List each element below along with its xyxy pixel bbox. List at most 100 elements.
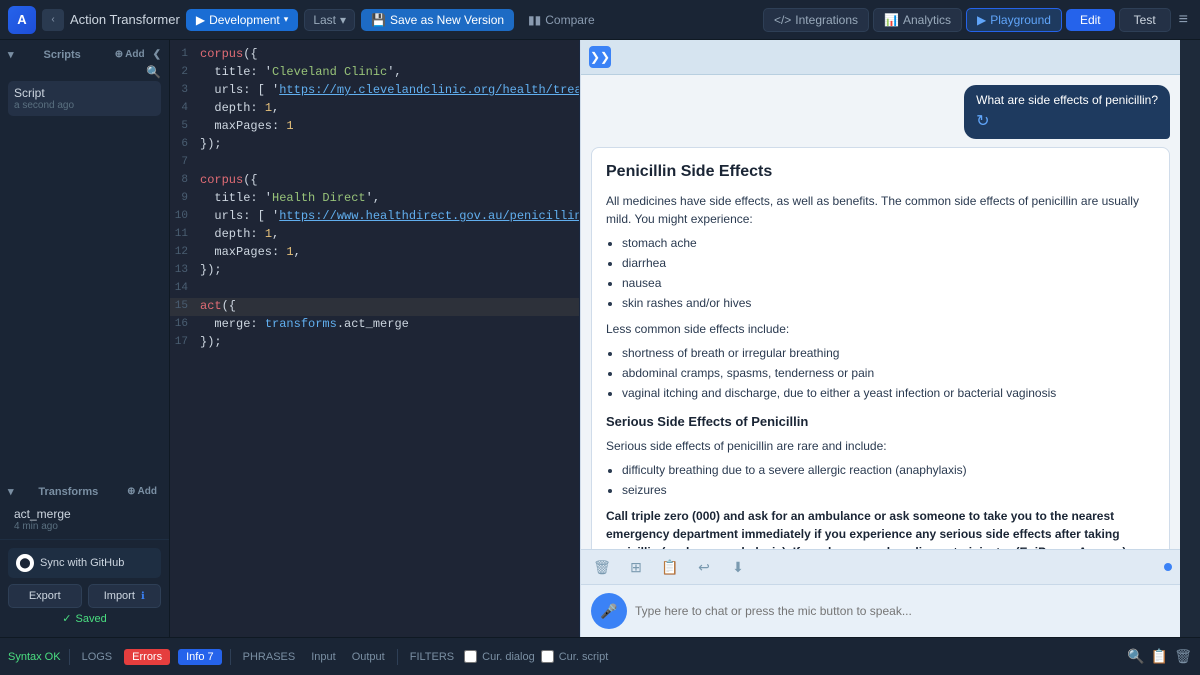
filters-section: FILTERS Cur. dialog Cur. script bbox=[406, 649, 609, 665]
line-number: 13 bbox=[170, 263, 200, 276]
response-title: Penicillin Side Effects bbox=[606, 160, 1155, 184]
sidebar-collapse-button[interactable]: ❮ bbox=[153, 49, 161, 60]
line-code: title: 'Cleveland Clinic', bbox=[200, 65, 402, 79]
output-tab[interactable]: Output bbox=[348, 649, 389, 665]
transforms-collapse-icon[interactable]: ▾ bbox=[8, 485, 14, 498]
code-line: 12 maxPages: 1, bbox=[170, 244, 579, 262]
transforms-header: ▾ Transforms ⊕ Add bbox=[8, 483, 161, 502]
bot-message-row: Penicillin Side Effects All medicines ha… bbox=[591, 147, 1170, 549]
editor-lines[interactable]: 1corpus({2 title: 'Cleveland Clinic',3 u… bbox=[170, 40, 579, 637]
mic-button[interactable]: 🎤 bbox=[591, 593, 627, 629]
save-new-version-button[interactable]: 💾 Save as New Version bbox=[361, 9, 514, 31]
line-code: corpus({ bbox=[200, 47, 258, 61]
serious-effect-item: seizures bbox=[622, 481, 1155, 499]
bottom-right-icons: 🔍 📋 🗑 bbox=[1127, 648, 1192, 665]
line-code: depth: 1, bbox=[200, 101, 279, 115]
user-message-text: What are side effects of penicillin? bbox=[976, 93, 1158, 107]
code-line: 6}); bbox=[170, 136, 579, 154]
export-import-row: Export Import ℹ bbox=[8, 584, 161, 608]
menu-button[interactable]: ≡ bbox=[1175, 7, 1192, 33]
less-common-effects-list: shortness of breath or irregular breathi… bbox=[622, 344, 1155, 402]
user-message-row: What are side effects of penicillin? ↻ bbox=[591, 85, 1170, 139]
chat-action-icons: 🗑 ⊞ 📋 ↩ ⬇ bbox=[581, 549, 1180, 584]
copy-bottom-icon[interactable]: 📋 bbox=[1151, 648, 1168, 665]
scripts-actions: ⊕ Add ❮ bbox=[111, 48, 161, 61]
import-button[interactable]: Import ℹ bbox=[88, 584, 162, 608]
scripts-search-icon[interactable]: 🔍 bbox=[146, 65, 161, 79]
line-code: corpus({ bbox=[200, 173, 258, 187]
sidebar: ▾ Scripts ⊕ Add ❮ 🔍 Script a second ago bbox=[0, 40, 170, 637]
sidebar-item-script[interactable]: Script a second ago bbox=[8, 81, 161, 116]
cur-script-checkbox[interactable]: Cur. script bbox=[541, 650, 609, 663]
sync-github-label: Sync with GitHub bbox=[40, 557, 124, 569]
script-time: a second ago bbox=[14, 100, 155, 111]
code-line: 14 bbox=[170, 280, 579, 298]
bot-response-card: Penicillin Side Effects All medicines ha… bbox=[591, 147, 1170, 549]
errors-tab[interactable]: Errors bbox=[124, 649, 170, 665]
development-button[interactable]: ▶ Development ▾ bbox=[186, 9, 298, 31]
info-tab[interactable]: Info 7 bbox=[178, 649, 222, 665]
grid-icon[interactable]: ⊞ bbox=[623, 554, 649, 580]
edit-button[interactable]: Edit bbox=[1066, 9, 1115, 31]
line-number: 17 bbox=[170, 335, 200, 348]
analytics-button[interactable]: 📊 Analytics bbox=[873, 8, 962, 32]
line-number: 11 bbox=[170, 227, 200, 240]
test-button[interactable]: Test bbox=[1119, 8, 1171, 32]
line-number: 15 bbox=[170, 299, 200, 312]
sync-github-button[interactable]: ⬤ Sync with GitHub bbox=[8, 548, 161, 578]
response-intro: All medicines have side effects, as well… bbox=[606, 192, 1155, 228]
compare-icon: ▮▮ bbox=[528, 13, 541, 27]
version-select[interactable]: Last ▾ bbox=[304, 9, 355, 31]
add-transform-icon: ⊕ bbox=[127, 486, 135, 497]
code-line: 9 title: 'Health Direct', bbox=[170, 190, 579, 208]
topbar-right-actions: </> Integrations 📊 Analytics ▶ Playgroun… bbox=[763, 7, 1192, 33]
integrations-button[interactable]: </> Integrations bbox=[763, 8, 869, 32]
line-code: }); bbox=[200, 335, 222, 349]
dev-btn-label: Development bbox=[209, 13, 280, 27]
line-number: 3 bbox=[170, 83, 200, 96]
download-icon[interactable]: ⬇ bbox=[725, 554, 751, 580]
script-name: Script bbox=[14, 86, 155, 100]
chat-left-icons: 🗑 ⊞ 📋 ↩ ⬇ bbox=[589, 554, 751, 580]
logs-tab[interactable]: LOGS bbox=[78, 649, 117, 665]
chat-expand-button[interactable]: ❯❯ bbox=[589, 46, 611, 68]
search-bottom-icon[interactable]: 🔍 bbox=[1127, 648, 1144, 665]
line-number: 6 bbox=[170, 137, 200, 150]
scripts-collapse-icon[interactable]: ▾ bbox=[8, 48, 14, 61]
line-code: act({ bbox=[200, 299, 236, 313]
add-transform-button[interactable]: ⊕ Add bbox=[123, 485, 161, 498]
scripts-section: ▾ Scripts ⊕ Add ❮ 🔍 Script a second ago bbox=[0, 40, 169, 118]
transforms-actions: ⊕ Add bbox=[123, 485, 161, 498]
message-refresh-icon[interactable]: ↻ bbox=[976, 113, 989, 130]
line-number: 1 bbox=[170, 47, 200, 60]
line-number: 16 bbox=[170, 317, 200, 330]
scroll-dot[interactable] bbox=[1164, 563, 1172, 571]
chat-input[interactable] bbox=[635, 604, 1170, 618]
code-line: 16 merge: transforms.act_merge bbox=[170, 316, 579, 334]
back-arrow-icon[interactable]: ↩ bbox=[691, 554, 717, 580]
phrases-tab[interactable]: PHRASES bbox=[239, 649, 300, 665]
common-effect-item: nausea bbox=[622, 274, 1155, 292]
compare-button[interactable]: ▮▮ Compare bbox=[520, 9, 603, 31]
trash-icon[interactable]: 🗑 bbox=[589, 554, 615, 580]
separator-2 bbox=[230, 649, 231, 665]
add-script-button[interactable]: ⊕ Add bbox=[111, 48, 149, 61]
less-common-label: Less common side effects include: bbox=[606, 320, 1155, 338]
code-line: 4 depth: 1, bbox=[170, 100, 579, 118]
analytics-icon: 📊 bbox=[884, 13, 899, 27]
code-editor: 1corpus({2 title: 'Cleveland Clinic',3 u… bbox=[170, 40, 580, 637]
sidebar-item-transform[interactable]: act_merge 4 min ago bbox=[8, 502, 161, 537]
trash-bottom-icon[interactable]: 🗑 bbox=[1174, 648, 1192, 665]
cur-dialog-checkbox[interactable]: Cur. dialog bbox=[464, 650, 535, 663]
export-button[interactable]: Export bbox=[8, 584, 82, 608]
clipboard-icon[interactable]: 📋 bbox=[657, 554, 683, 580]
code-line: 17}); bbox=[170, 334, 579, 352]
playground-button[interactable]: ▶ Playground bbox=[966, 8, 1062, 32]
back-button[interactable]: ‹ bbox=[42, 9, 64, 31]
syntax-ok-status: Syntax OK bbox=[8, 651, 61, 663]
input-tab[interactable]: Input bbox=[307, 649, 339, 665]
code-line: 8corpus({ bbox=[170, 172, 579, 190]
scripts-header: ▾ Scripts ⊕ Add ❮ bbox=[8, 46, 161, 65]
mic-icon: 🎤 bbox=[600, 603, 617, 620]
playground-icon: ▶ bbox=[977, 13, 986, 27]
